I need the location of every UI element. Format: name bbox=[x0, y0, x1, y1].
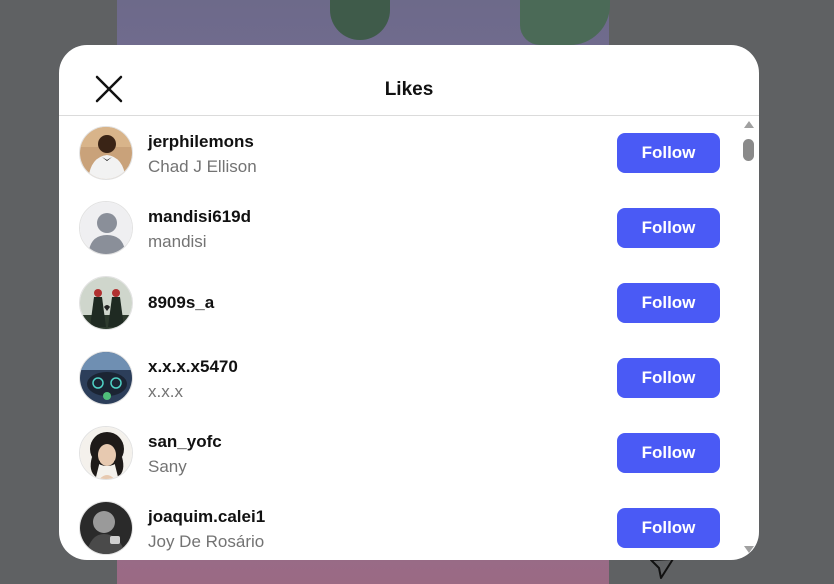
avatar-photo bbox=[80, 502, 132, 554]
follow-button[interactable]: Follow bbox=[617, 433, 720, 473]
full-name: Sany bbox=[148, 457, 187, 476]
list-item: x.x.x.x5470 x.x.x Follow bbox=[59, 341, 739, 416]
list-item: joaquim.calei1 Joy De Rosário Follow bbox=[59, 491, 739, 560]
full-name: x.x.x bbox=[148, 382, 183, 401]
avatar[interactable] bbox=[79, 501, 133, 555]
list-item: 8909s_a Follow bbox=[59, 266, 739, 341]
avatar-photo bbox=[80, 127, 132, 179]
list-item: mandisi619d mandisi Follow bbox=[59, 191, 739, 266]
avatar[interactable] bbox=[79, 201, 133, 255]
dialog-title: Likes bbox=[384, 79, 434, 100]
scroll-up-arrow-icon[interactable] bbox=[744, 121, 754, 128]
likes-dialog: Likes jerphilemons Chad J Ellison Follow bbox=[59, 45, 759, 560]
follow-button[interactable]: Follow bbox=[617, 508, 720, 548]
username[interactable]: mandisi619d bbox=[148, 207, 251, 227]
avatar[interactable] bbox=[79, 276, 133, 330]
username[interactable]: jerphilemons bbox=[148, 132, 254, 152]
username[interactable]: joaquim.calei1 bbox=[148, 507, 265, 527]
follow-button[interactable]: Follow bbox=[617, 358, 720, 398]
likes-list[interactable]: jerphilemons Chad J Ellison Follow mandi… bbox=[59, 116, 759, 560]
avatar[interactable] bbox=[79, 426, 133, 480]
scrollbar-thumb[interactable] bbox=[743, 139, 754, 161]
follow-button[interactable]: Follow bbox=[617, 283, 720, 323]
avatar-photo bbox=[80, 277, 132, 329]
scroll-down-arrow-icon[interactable] bbox=[744, 546, 754, 553]
full-name: mandisi bbox=[148, 232, 207, 251]
list-item: jerphilemons Chad J Ellison Follow bbox=[59, 116, 739, 191]
list-item: san_yofc Sany Follow bbox=[59, 416, 739, 491]
follow-button[interactable]: Follow bbox=[617, 133, 720, 173]
avatar[interactable] bbox=[79, 351, 133, 405]
dialog-header: Likes bbox=[59, 45, 759, 116]
avatar[interactable] bbox=[79, 126, 133, 180]
avatar-photo bbox=[80, 427, 132, 479]
username[interactable]: san_yofc bbox=[148, 432, 222, 452]
full-name: Joy De Rosário bbox=[148, 532, 265, 551]
username[interactable]: 8909s_a bbox=[148, 293, 214, 313]
full-name: Chad J Ellison bbox=[148, 157, 257, 176]
default-avatar-icon bbox=[80, 202, 132, 254]
avatar-photo bbox=[80, 352, 132, 404]
scrollbar[interactable] bbox=[743, 121, 755, 557]
username[interactable]: x.x.x.x5470 bbox=[148, 357, 238, 377]
follow-button[interactable]: Follow bbox=[617, 208, 720, 248]
